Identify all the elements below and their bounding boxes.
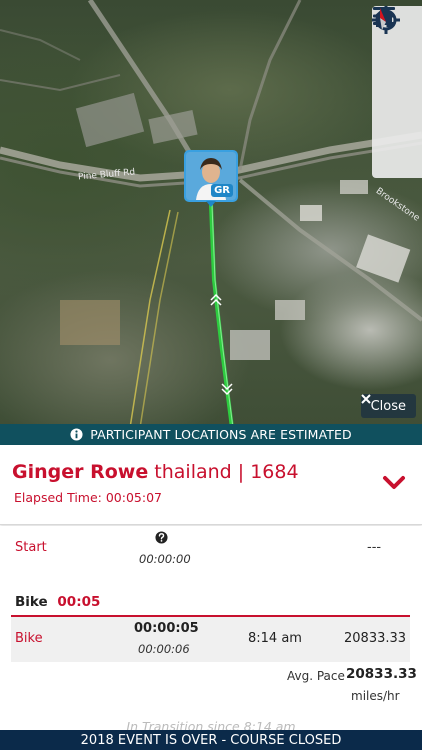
elapsed-time: Elapsed Time: 00:05:07 [14, 490, 162, 505]
close-label: Close [370, 398, 406, 414]
question-icon[interactable] [155, 531, 168, 544]
start-row: Start 00:00:00 --- [0, 526, 422, 576]
participant-initials: GR [211, 184, 233, 197]
pace-unit: miles/hr [351, 689, 400, 703]
start-label: Start [15, 540, 47, 555]
split-time: 00:00:05 [134, 621, 199, 636]
home-button[interactable] [372, 7, 422, 92]
satellite-map[interactable]: Pine Bluff Rd Brookstone GR Close [0, 0, 422, 428]
chevron-down-icon [383, 476, 405, 489]
splits-panel[interactable]: Start 00:00:00 --- Bike 00:05 Bike 00:00… [0, 526, 422, 732]
estimate-banner: PARTICIPANT LOCATIONS ARE ESTIMATED [0, 424, 422, 445]
pace-label: Avg. Pace [287, 669, 345, 683]
pace-value: 20833.33 [346, 666, 417, 682]
info-icon [70, 428, 83, 441]
bike-section-label: Bike [15, 594, 48, 610]
map-features [0, 0, 422, 428]
participant-title: Ginger Rowe thailand | 1684 [12, 461, 299, 483]
split-distance: 20833.33 [344, 631, 407, 646]
compass-button[interactable] [372, 8, 422, 178]
split-clock-time: 8:14 am [248, 631, 302, 646]
close-button[interactable]: Close [360, 394, 416, 418]
estimate-banner-text: PARTICIPANT LOCATIONS ARE ESTIMATED [90, 427, 352, 442]
bike-section-header: Bike 00:05 [15, 594, 100, 610]
bike-section-time: 00:05 [57, 594, 101, 610]
event-status-footer: 2018 EVENT IS OVER - COURSE CLOSED [0, 730, 422, 750]
participant-details: thailand | 1684 [154, 461, 299, 483]
close-icon [360, 394, 371, 404]
start-time: 00:00:00 [139, 552, 191, 566]
locate-button[interactable] [372, 6, 422, 135]
split-label: Bike [15, 631, 43, 646]
marker-pointer [206, 201, 216, 207]
participant-header[interactable]: Ginger Rowe thailand | 1684 Elapsed Time… [0, 445, 422, 525]
map-toolbar [372, 6, 422, 178]
compass-icon [380, 8, 386, 30]
split-row-bike[interactable]: Bike 00:00:05 00:00:06 8:14 am 20833.33 [11, 617, 410, 662]
expand-button[interactable] [382, 475, 406, 495]
event-status-text: 2018 EVENT IS OVER - COURSE CLOSED [80, 732, 342, 748]
split-time-secondary: 00:00:06 [138, 642, 190, 656]
participant-marker[interactable]: GR [184, 150, 238, 207]
participant-name: Ginger Rowe [12, 461, 149, 483]
start-value: --- [367, 540, 382, 555]
avatar: GR [184, 150, 238, 202]
